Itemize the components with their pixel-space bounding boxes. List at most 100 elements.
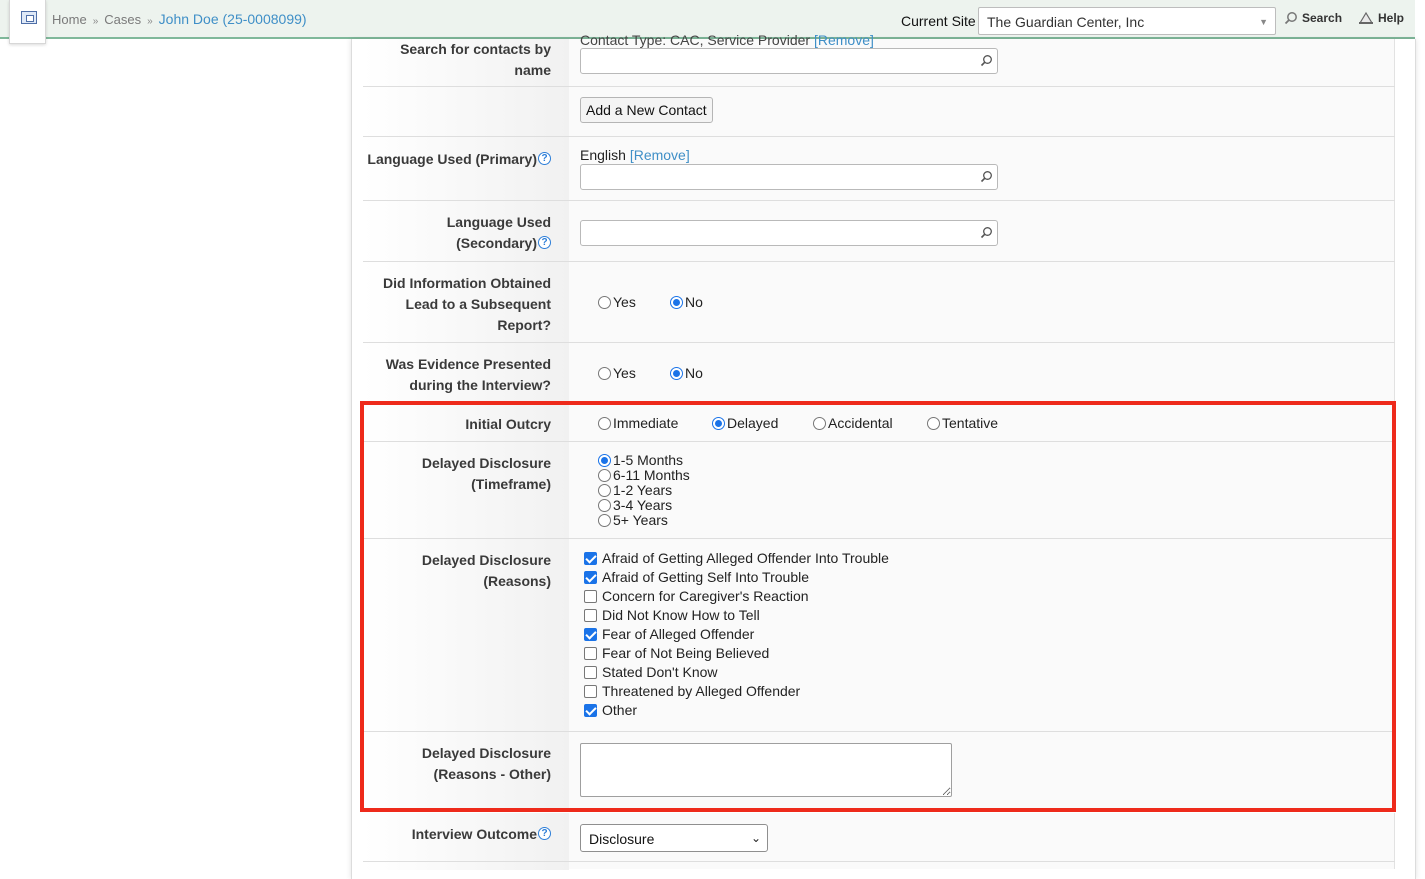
reason-checkbox-item[interactable]: Did Not Know How to Tell [584, 606, 889, 625]
breadcrumb-current-case[interactable]: John Doe (25-0008099) [159, 11, 307, 27]
radio-1-2-years[interactable] [598, 484, 611, 497]
initial-outcry-immediate[interactable]: Immediate [598, 415, 678, 431]
timeframe-option[interactable]: 6-11 Months [598, 468, 690, 483]
checkbox[interactable] [584, 571, 597, 584]
breadcrumb-separator: » [92, 16, 99, 27]
checkbox-label: Concern for Caregiver's Reaction [602, 588, 809, 604]
search-link[interactable]: Search [1284, 11, 1342, 25]
option-label: No [685, 294, 703, 310]
reason-checkbox-item[interactable]: Concern for Caregiver's Reaction [584, 587, 889, 606]
language-secondary-label-text: Language Used (Secondary) [446, 214, 551, 251]
search-icon [980, 227, 992, 239]
initial-outcry-field: Immediate Delayed Accidental Tentative [569, 403, 1395, 441]
delayed-reasons-label: Delayed Disclosure (Reasons) [363, 539, 569, 731]
reason-checkbox-item[interactable]: Fear of Not Being Believed [584, 644, 889, 663]
initial-outcry-label: Initial Outcry [363, 403, 569, 441]
help-link[interactable]: Help [1358, 11, 1404, 25]
option-label: No [685, 365, 703, 381]
remove-language-link[interactable]: [Remove] [630, 147, 690, 163]
option-label: Accidental [828, 415, 893, 431]
option-label: 5+ Years [613, 512, 668, 528]
checkbox[interactable] [584, 628, 597, 641]
checkbox[interactable] [584, 704, 597, 717]
next-row-field [569, 862, 1395, 869]
radio-tentative[interactable] [927, 417, 940, 430]
remove-contact-link[interactable]: [Remove] [814, 32, 874, 48]
current-site-select[interactable]: The Guardian Center, Inc ▼ [978, 7, 1276, 35]
breadcrumb-cases[interactable]: Cases [104, 12, 141, 27]
checkbox[interactable] [584, 590, 597, 603]
current-site-value: The Guardian Center, Inc [987, 14, 1145, 30]
interview-outcome-row: Interview Outcome? Disclosure ⌄ [363, 813, 1395, 862]
checkbox-label: Fear of Alleged Offender [602, 626, 755, 642]
contacts-search-row: Search for contacts by name Contact Type… [363, 32, 1395, 87]
timeframe-option[interactable]: 3-4 Years [598, 498, 690, 513]
delayed-timeframe-label: Delayed Disclosure (Timeframe) [363, 442, 569, 538]
language-secondary-row: Language Used (Secondary)? [363, 201, 1395, 262]
radio-no[interactable] [670, 367, 683, 380]
delayed-reasons-other-row: Delayed Disclosure (Reasons - Other) [363, 732, 1395, 810]
reason-checkbox-item[interactable]: Afraid of Getting Self Into Trouble [584, 568, 889, 587]
help-link-label: Help [1378, 11, 1405, 25]
app-icon [21, 11, 37, 24]
breadcrumb-home[interactable]: Home [52, 12, 87, 27]
radio-6-11-months[interactable] [598, 469, 611, 482]
radio-delayed[interactable] [712, 417, 725, 430]
chevron-down-icon: ⌄ [750, 831, 761, 845]
reason-checkbox-item[interactable]: Stated Don't Know [584, 663, 889, 682]
checkbox-label: Stated Don't Know [602, 664, 718, 680]
language-primary-input[interactable] [580, 164, 998, 190]
radio-yes[interactable] [598, 367, 611, 380]
interview-outcome-field: Disclosure ⌄ [569, 813, 1395, 861]
evidence-presented-row: Was Evidence Presented during the Interv… [363, 343, 1395, 403]
reason-checkbox-item[interactable]: Afraid of Getting Alleged Offender Into … [584, 549, 889, 568]
radio-3-4-years[interactable] [598, 499, 611, 512]
interview-outcome-label-text: Interview Outcome [411, 826, 537, 842]
checkbox[interactable] [584, 609, 597, 622]
app-menu-button[interactable] [9, 0, 46, 44]
delayed-reasons-row: Delayed Disclosure (Reasons) Afraid of G… [363, 539, 1395, 732]
initial-outcry-accidental[interactable]: Accidental [813, 415, 893, 431]
search-icon [1284, 12, 1297, 25]
radio-yes[interactable] [598, 296, 611, 309]
contacts-search-input[interactable] [580, 48, 998, 74]
initial-outcry-tentative[interactable]: Tentative [927, 415, 998, 431]
subsequent-report-yes[interactable]: Yes [598, 294, 636, 310]
language-secondary-input[interactable] [580, 220, 998, 246]
radio-immediate[interactable] [598, 417, 611, 430]
checkbox[interactable] [584, 647, 597, 660]
reason-checkbox-item[interactable]: Other [584, 701, 889, 720]
option-label: Yes [613, 365, 636, 381]
radio-5-plus-years[interactable] [598, 514, 611, 527]
option-label: 3-4 Years [613, 497, 673, 513]
option-label: Delayed [727, 415, 779, 431]
reason-checkbox-item[interactable]: Threatened by Alleged Offender [584, 682, 889, 701]
radio-no[interactable] [670, 296, 683, 309]
checkbox[interactable] [584, 685, 597, 698]
interview-outcome-select[interactable]: Disclosure ⌄ [580, 824, 768, 852]
reason-checkbox-item[interactable]: Fear of Alleged Offender [584, 625, 889, 644]
checkbox-label: Threatened by Alleged Offender [602, 683, 801, 699]
initial-outcry-delayed[interactable]: Delayed [712, 415, 778, 431]
language-secondary-field [569, 201, 1395, 261]
help-icon[interactable]: ? [538, 827, 551, 840]
help-icon[interactable]: ? [538, 152, 551, 165]
checkbox[interactable] [584, 666, 597, 679]
delayed-reasons-other-textarea[interactable] [580, 743, 952, 797]
subsequent-report-no[interactable]: No [670, 294, 703, 310]
language-secondary-label: Language Used (Secondary)? [363, 201, 569, 261]
language-primary-value: English [580, 147, 626, 163]
evidence-presented-yes[interactable]: Yes [598, 365, 636, 381]
add-new-contact-button[interactable]: Add a New Contact [580, 97, 713, 123]
radio-accidental[interactable] [813, 417, 826, 430]
timeframe-option[interactable]: 1-5 Months [598, 453, 690, 468]
breadcrumb-separator: » [147, 16, 153, 27]
add-contact-field: Add a New Contact [569, 87, 1395, 136]
checkbox[interactable] [584, 552, 597, 565]
timeframe-option[interactable]: 5+ Years [598, 513, 690, 528]
radio-1-5-months[interactable] [598, 454, 611, 467]
evidence-presented-no[interactable]: No [670, 365, 703, 381]
help-icon[interactable]: ? [538, 236, 551, 249]
language-primary-row: Language Used (Primary)? English [Remove… [363, 137, 1395, 201]
timeframe-option[interactable]: 1-2 Years [598, 483, 690, 498]
